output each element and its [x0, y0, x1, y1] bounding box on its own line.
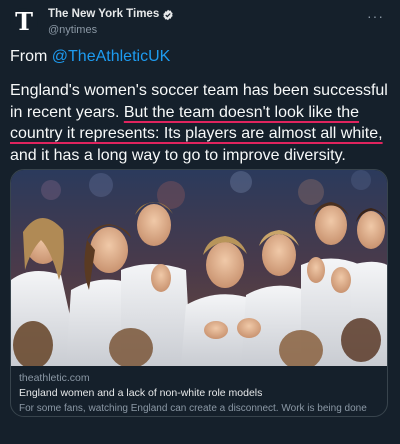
card-footer: theathletic.com England women and a lack…: [11, 366, 387, 416]
source-line: From @TheAthleticUK: [10, 48, 170, 66]
handle[interactable]: @nytimes: [48, 24, 174, 37]
card-image[interactable]: [11, 170, 387, 366]
card-domain: theathletic.com: [19, 372, 90, 384]
tweet-text: England's women's soccer team has been s…: [10, 80, 392, 166]
more-options-icon[interactable]: ···: [367, 8, 384, 24]
avatar[interactable]: T: [10, 8, 38, 36]
display-name[interactable]: The New York Times: [48, 8, 159, 22]
link-card[interactable]: theathletic.com England women and a lack…: [10, 169, 388, 417]
card-title[interactable]: England women and a lack of non-white ro…: [19, 387, 379, 399]
players-photo: [11, 170, 387, 366]
nyt-logo-icon: T: [15, 7, 33, 36]
tweet-header: T The New York Times @nytimes ···: [10, 8, 390, 48]
source-account-link[interactable]: @TheAthleticUK: [52, 48, 171, 65]
verified-badge-icon: [163, 9, 173, 21]
tweet[interactable]: T The New York Times @nytimes ··· From @…: [0, 0, 400, 444]
from-prefix: From: [10, 48, 52, 65]
tweet-text-part2: and it has a long way to go to improve d…: [10, 146, 346, 164]
author-names: The New York Times @nytimes: [48, 8, 174, 37]
card-description: For some fans, watching England can crea…: [19, 403, 367, 414]
